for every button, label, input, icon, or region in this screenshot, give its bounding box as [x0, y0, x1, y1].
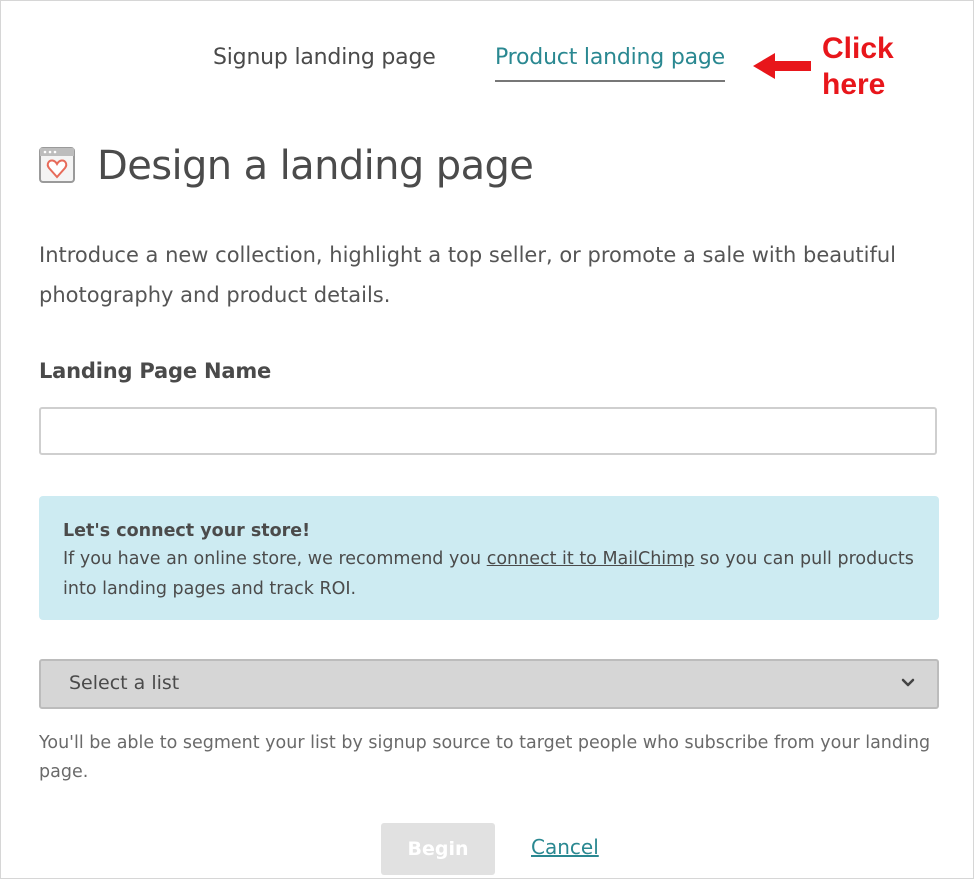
page-title: Design a landing page — [97, 143, 534, 189]
annotation-click-here: Click here — [822, 32, 894, 101]
begin-button[interactable]: Begin — [381, 823, 495, 875]
landing-page-name-label: Landing Page Name — [39, 359, 272, 383]
tab-signup-landing-page[interactable]: Signup landing page — [213, 45, 436, 70]
connect-store-notice: Let's connect your store! If you have an… — [39, 496, 939, 620]
notice-title: Let's connect your store! — [63, 521, 311, 541]
list-select-dropdown[interactable]: Select a list — [39, 659, 939, 709]
list-select-value: Select a list — [69, 672, 180, 694]
connect-mailchimp-link[interactable]: connect it to MailChimp — [487, 549, 695, 569]
notice-text-before: If you have an online store, we recommen… — [63, 549, 487, 569]
intro-text: Introduce a new collection, highlight a … — [39, 243, 897, 307]
chevron-down-icon — [901, 678, 915, 687]
landing-page-heart-icon — [39, 147, 75, 183]
tab-product-landing-page[interactable]: Product landing page — [495, 45, 725, 82]
landing-page-name-input[interactable] — [39, 407, 937, 455]
landing-page-dialog: Signup landing page Product landing page… — [0, 0, 974, 879]
segment-helper-text: You'll be able to segment your list by s… — [39, 733, 931, 782]
red-arrow-icon — [753, 53, 811, 79]
cancel-link[interactable]: Cancel — [531, 835, 599, 859]
